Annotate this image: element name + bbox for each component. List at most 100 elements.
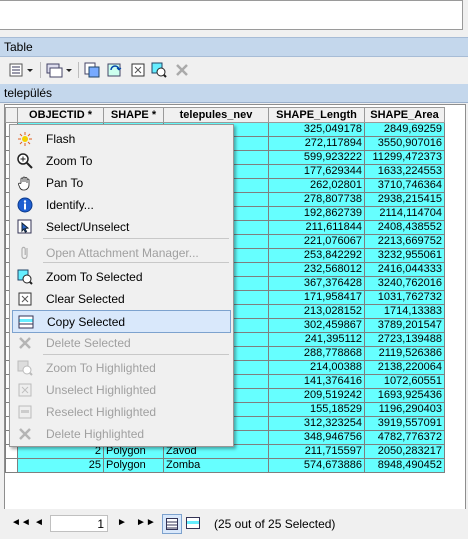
current-record-input[interactable]: 1 <box>50 515 108 532</box>
cell-shape-length[interactable]: 325,049178 <box>268 122 365 137</box>
cell-shape-length[interactable]: 141,376416 <box>268 374 365 389</box>
cell-shape-length[interactable]: 253,842292 <box>268 248 365 263</box>
cell-shape-length[interactable]: 599,923222 <box>268 150 365 165</box>
previous-record-icon[interactable]: ◄ <box>34 517 44 528</box>
cell-shape-length[interactable]: 192,862739 <box>268 206 365 221</box>
first-record-icon[interactable]: ◄◄ <box>11 517 31 528</box>
table-options-icon[interactable] <box>6 61 36 79</box>
cell-shape-length[interactable]: 574,673886 <box>268 458 365 473</box>
top-panel <box>0 0 468 36</box>
cell-shape-length[interactable]: 241,395112 <box>268 332 365 347</box>
cell-shape-area[interactable]: 1031,762732 <box>364 290 445 305</box>
cell-telepules-nev[interactable]: Zomba <box>163 458 269 473</box>
cell-shape-length[interactable]: 262,02801 <box>268 178 365 193</box>
cell-shape-area[interactable]: 2849,69259 <box>364 122 445 137</box>
selection-status: (25 out of 25 Selected) <box>214 517 336 531</box>
cell-shape-length[interactable]: 213,028152 <box>268 304 365 319</box>
cell-shape-length[interactable]: 177,629344 <box>268 164 365 179</box>
cell-shape-area[interactable]: 2119,526386 <box>364 346 445 361</box>
cell-shape-area[interactable]: 1196,290403 <box>364 402 445 417</box>
cell-shape-area[interactable]: 1072,60551 <box>364 374 445 389</box>
menu-item-select-unselect[interactable]: Select/Unselect <box>12 216 231 237</box>
cell-shape-area[interactable]: 2138,220064 <box>364 360 445 375</box>
cell-shape-length[interactable]: 348,946756 <box>268 430 365 445</box>
column-header-shape-area[interactable]: SHAPE_Area <box>364 107 445 123</box>
cell-shape[interactable]: Polygon <box>103 458 164 473</box>
cell-shape-area[interactable]: 3232,955061 <box>364 248 445 263</box>
cell-shape-length[interactable]: 288,778868 <box>268 346 365 361</box>
cell-shape-length[interactable]: 221,076067 <box>268 234 365 249</box>
cell-shape-length[interactable]: 272,117894 <box>268 136 365 151</box>
menu-item-label: Reselect Highlighted <box>46 404 157 419</box>
menu-item-clear-selected[interactable]: Clear Selected <box>12 288 231 309</box>
menu-item-pan-to[interactable]: Pan To <box>12 172 231 193</box>
menu-item-identify[interactable]: Identify... <box>12 194 231 215</box>
cell-shape-area[interactable]: 4782,776372 <box>364 430 445 445</box>
paperclip-icon <box>14 243 36 263</box>
cell-shape-area[interactable]: 2416,044333 <box>364 262 445 277</box>
cell-shape-length[interactable]: 232,568012 <box>268 262 365 277</box>
menu-item-zoom-to-selected[interactable]: Zoom To Selected <box>12 266 231 287</box>
cell-shape-area[interactable]: 1714,13383 <box>364 304 445 319</box>
show-selected-records-icon[interactable] <box>185 515 201 531</box>
row-selector-header[interactable] <box>5 107 18 123</box>
cell-shape-length[interactable]: 302,459867 <box>268 318 365 333</box>
cell-shape-area[interactable]: 1693,925436 <box>364 388 445 403</box>
cell-shape-area[interactable]: 2408,438552 <box>364 220 445 235</box>
clear-selection-icon[interactable] <box>129 61 147 79</box>
column-header-telepules-nev[interactable]: telepules_nev <box>163 107 269 123</box>
menu-item-label: Flash <box>46 131 76 146</box>
table-tab-settlement[interactable]: település <box>4 86 52 100</box>
cell-shape-length[interactable]: 278,807738 <box>268 192 365 207</box>
cell-shape-area[interactable]: 2938,215415 <box>364 192 445 207</box>
menu-item-label: Identify... <box>46 197 94 212</box>
last-record-icon[interactable]: ►► <box>136 517 156 528</box>
menu-item-label: Select/Unselect <box>46 219 130 234</box>
column-header-shape[interactable]: SHAPE * <box>103 107 164 123</box>
cell-shape-length[interactable]: 155,18529 <box>268 402 365 417</box>
menu-item-label: Delete Highlighted <box>46 426 145 441</box>
cell-objectid[interactable]: 25 <box>17 458 104 473</box>
cell-shape-area[interactable]: 3710,746364 <box>364 178 445 193</box>
column-header-shape-length[interactable]: SHAPE_Length <box>268 107 365 123</box>
cell-shape-area[interactable]: 3550,907016 <box>364 136 445 151</box>
switch-selection-icon[interactable] <box>106 61 124 79</box>
cell-shape-area[interactable]: 2213,669752 <box>364 234 445 249</box>
column-header-objectid[interactable]: OBJECTID * <box>17 107 104 123</box>
cell-shape-area[interactable]: 3919,557091 <box>364 416 445 431</box>
menu-item-copy-selected[interactable]: Copy Selected <box>12 310 231 333</box>
related-tables-icon[interactable] <box>44 61 74 79</box>
cell-shape-length[interactable]: 214,00388 <box>268 360 365 375</box>
window-title: Table <box>4 40 33 54</box>
cell-shape-area[interactable]: 2050,283217 <box>364 444 445 459</box>
zoom-in-icon <box>14 151 36 171</box>
cell-shape-area[interactable]: 8948,490452 <box>364 458 445 473</box>
cell-shape-length[interactable]: 209,519242 <box>268 388 365 403</box>
cell-shape-area[interactable]: 3240,762016 <box>364 276 445 291</box>
zoom-to-selected-icon[interactable] <box>150 61 168 79</box>
menu-item-zoom-to[interactable]: Zoom To <box>12 150 231 171</box>
cell-shape-area[interactable]: 3789,201547 <box>364 318 445 333</box>
cell-shape-length[interactable]: 211,715597 <box>268 444 365 459</box>
cell-shape-length[interactable]: 312,323254 <box>268 416 365 431</box>
table-row[interactable]: 25 Polygon Zomba 574,673886 8948,490452 <box>5 458 445 473</box>
cell-shape-length[interactable]: 171,958417 <box>268 290 365 305</box>
select-by-attributes-icon[interactable] <box>83 61 101 79</box>
cell-shape-area[interactable]: 11299,472373 <box>364 150 445 165</box>
next-record-icon[interactable]: ► <box>117 517 127 528</box>
delete-selected-icon[interactable] <box>173 61 191 79</box>
cell-shape-area[interactable]: 2723,139488 <box>364 332 445 347</box>
menu-item-zoom-to-highlighted: Zoom To Highlighted <box>12 357 231 378</box>
menu-separator <box>43 238 229 239</box>
identify-info-icon <box>14 195 36 215</box>
cell-shape-length[interactable]: 211,611844 <box>268 220 365 235</box>
cell-shape-area[interactable]: 1633,224553 <box>364 164 445 179</box>
cell-shape-area[interactable]: 2114,114704 <box>364 206 445 221</box>
row-selector[interactable] <box>5 458 18 473</box>
unselect-highlighted-icon <box>14 380 36 400</box>
clear-selected-icon <box>14 289 36 309</box>
menu-item-flash[interactable]: Flash <box>12 128 231 149</box>
show-all-records-icon[interactable] <box>162 514 182 534</box>
cell-shape-length[interactable]: 367,376428 <box>268 276 365 291</box>
menu-item-label: Zoom To Selected <box>46 269 143 284</box>
